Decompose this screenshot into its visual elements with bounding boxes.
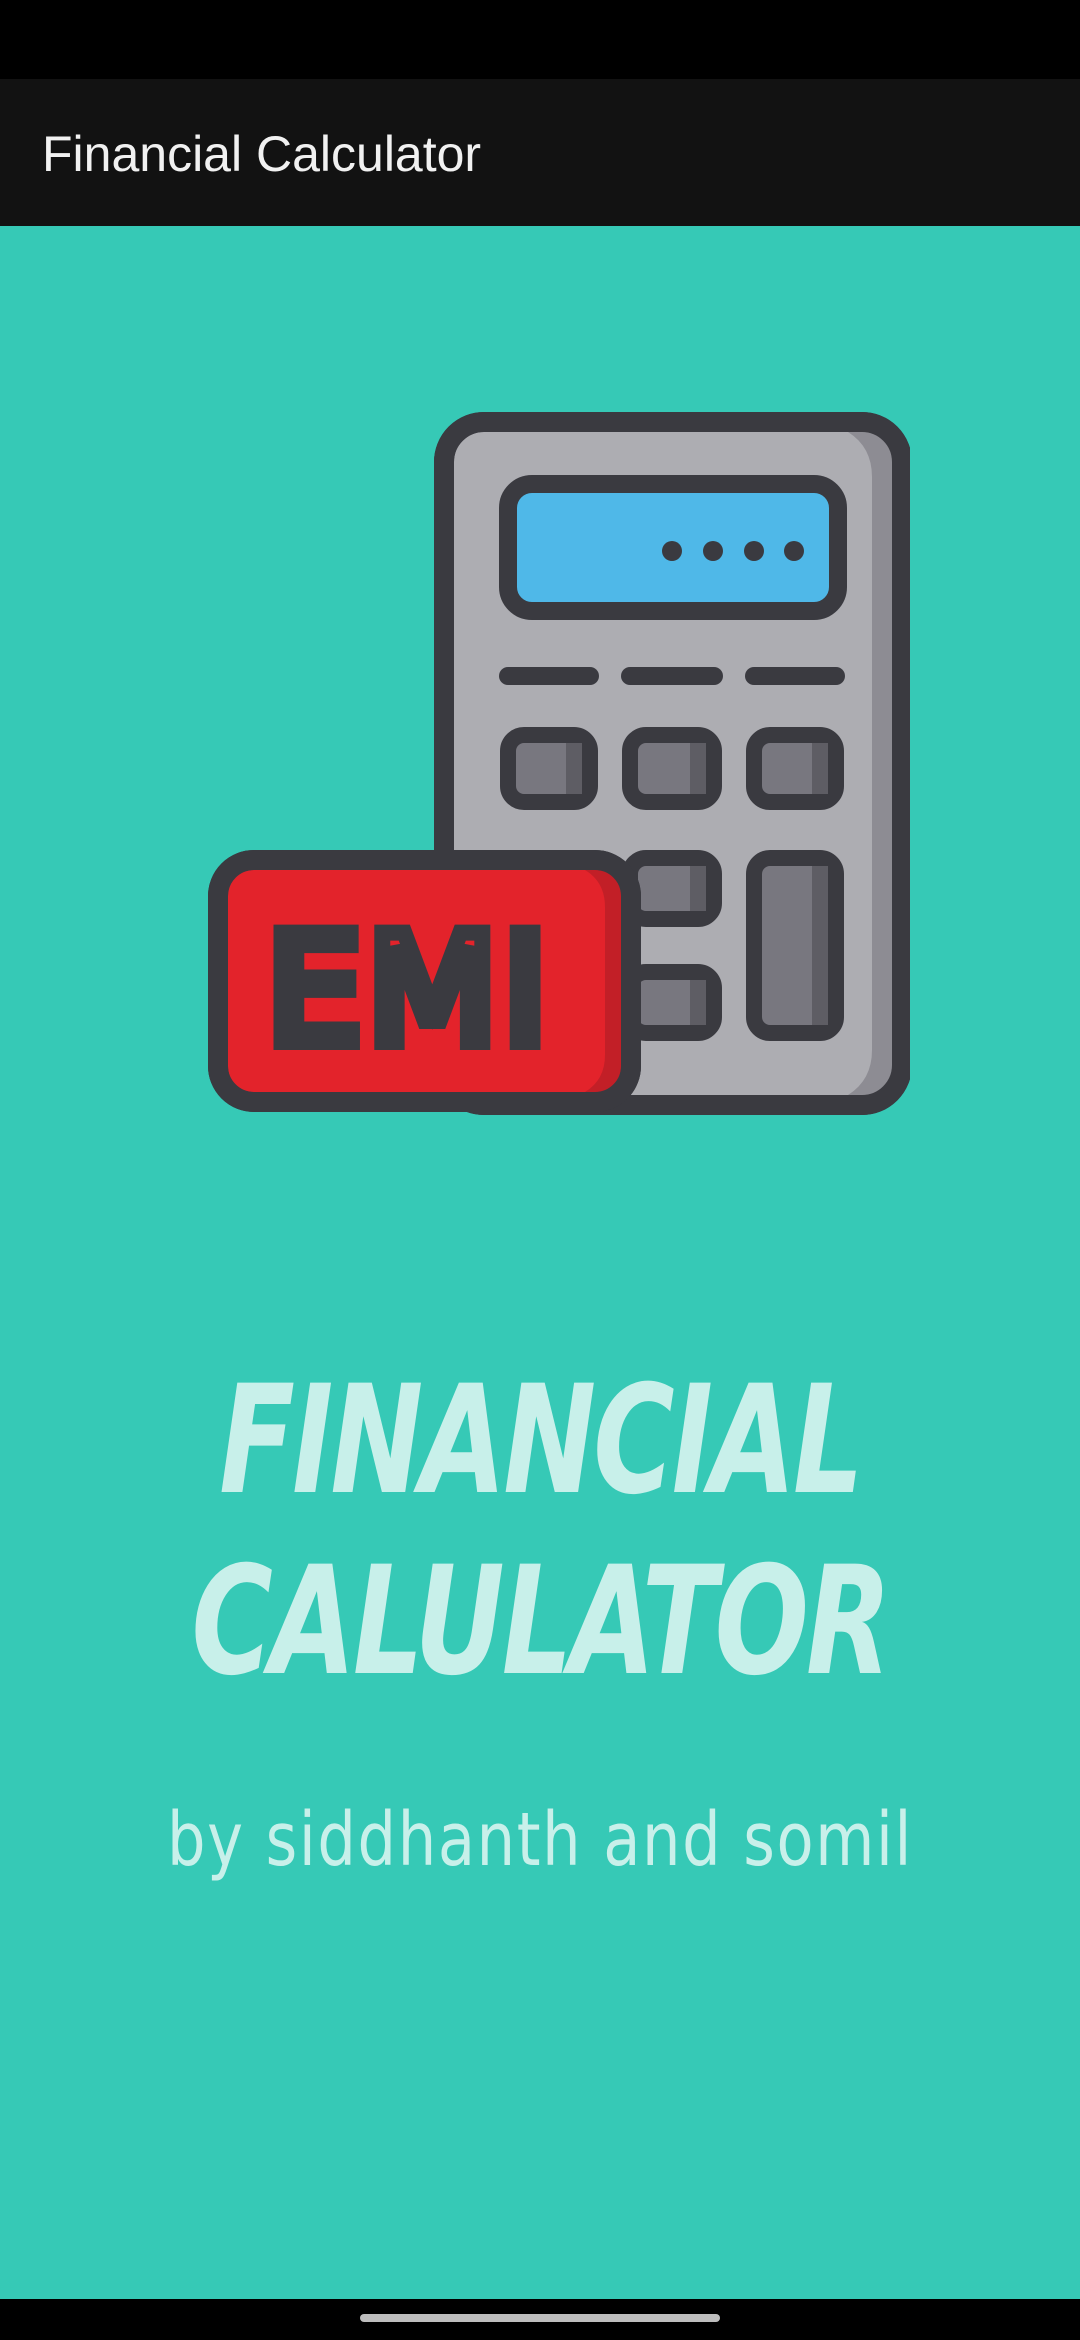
screen-dot — [703, 541, 723, 561]
screen-dot — [744, 541, 764, 561]
home-indicator[interactable] — [360, 2314, 720, 2322]
calculator-key-shade — [812, 743, 828, 794]
calculator-key-shade — [566, 743, 582, 794]
app-title: Financial Calculator — [42, 126, 482, 182]
status-bar — [0, 0, 1080, 79]
screen-dot — [662, 541, 682, 561]
calculator-key-shade — [812, 866, 828, 1025]
emi-badge-text: EMI — [267, 904, 553, 1078]
subtitle-credits: by siddhanth and somil — [167, 1797, 913, 1883]
calculator-key-shade — [690, 866, 706, 911]
headline-line-1: FINANCIAL — [219, 1354, 864, 1528]
screen-dot — [784, 541, 804, 561]
calculator-key-shade — [690, 980, 706, 1025]
calculator-key-shade — [690, 743, 706, 794]
headline-line-2: CALULATOR — [191, 1535, 891, 1709]
calculator-emi-icon: EMI — [208, 412, 910, 1115]
